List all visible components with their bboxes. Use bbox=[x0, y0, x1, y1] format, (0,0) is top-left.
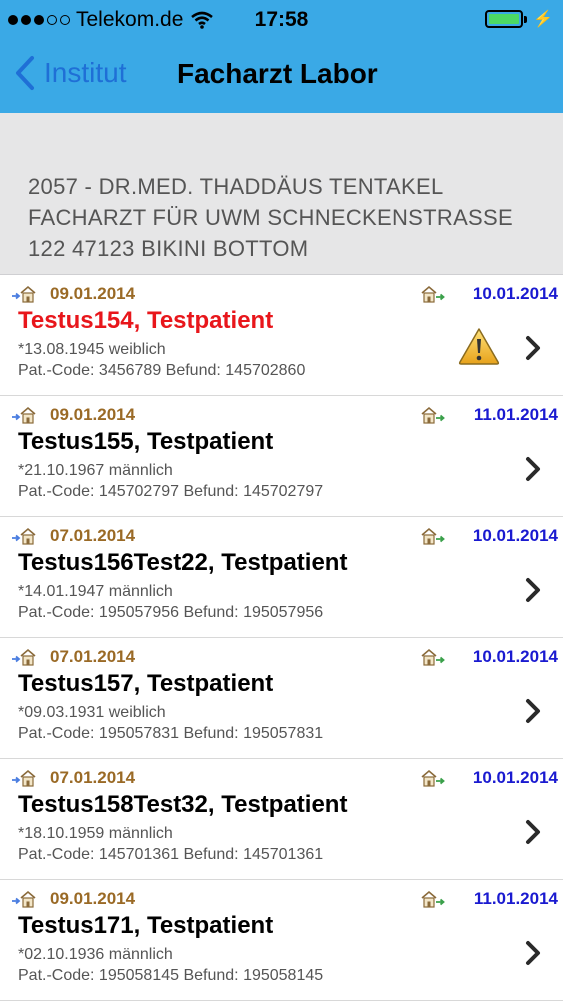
patient-list: 09.01.2014 10.01.2014 Testus154, Testpat… bbox=[0, 275, 563, 1001]
institute-header: 2057 - DR.MED. THADDÄUS TENTAKEL FACHARZ… bbox=[0, 113, 563, 275]
chevron-right-icon bbox=[526, 699, 540, 723]
patient-birth: *14.01.1947 männlich bbox=[18, 583, 173, 600]
patient-row[interactable]: 07.01.2014 10.01.2014 Testus156Test22, T… bbox=[0, 517, 563, 638]
page-title: Facharzt Labor bbox=[177, 58, 378, 89]
received-date: 09.01.2014 bbox=[50, 889, 136, 908]
patient-name: Testus154, Testpatient bbox=[18, 307, 274, 334]
received-date: 07.01.2014 bbox=[50, 526, 136, 545]
report-date: 10.01.2014 bbox=[472, 526, 558, 545]
house-arrow-in-icon bbox=[12, 406, 36, 424]
patient-codes: Pat.-Code: 195058145 Befund: 195058145 bbox=[18, 967, 324, 984]
house-arrow-in-icon bbox=[12, 285, 36, 303]
received-date: 09.01.2014 bbox=[50, 284, 136, 303]
patient-birth: *13.08.1945 weiblich bbox=[18, 341, 166, 358]
chevron-right-icon bbox=[526, 820, 540, 844]
house-arrow-out-icon bbox=[421, 769, 445, 787]
patient-codes: Pat.-Code: 195057956 Befund: 195057956 bbox=[18, 604, 324, 621]
report-date: 10.01.2014 bbox=[472, 284, 558, 303]
back-button[interactable]: Institut bbox=[14, 55, 126, 91]
status-bar: Telekom.de 17:58 ⚡ bbox=[0, 0, 563, 38]
house-arrow-in-icon bbox=[12, 648, 36, 666]
patient-birth: *18.10.1959 männlich bbox=[18, 825, 173, 842]
chevron-right-icon bbox=[526, 941, 540, 965]
patient-name: Testus171, Testpatient bbox=[18, 912, 274, 939]
patient-row[interactable]: 07.01.2014 10.01.2014 Testus158Test32, T… bbox=[0, 759, 563, 880]
patient-codes: Pat.-Code: 3456789 Befund: 145702860 bbox=[18, 362, 306, 379]
back-label: Institut bbox=[44, 57, 127, 88]
patient-row[interactable]: 09.01.2014 11.01.2014 Testus171, Testpat… bbox=[0, 880, 563, 1001]
nav-header: Institut Facharzt Labor bbox=[0, 50, 563, 100]
patient-row[interactable]: 07.01.2014 10.01.2014 Testus157, Testpat… bbox=[0, 638, 563, 759]
patient-name: Testus158Test32, Testpatient bbox=[18, 791, 348, 818]
chevron-right-icon bbox=[526, 336, 540, 360]
patient-birth: *21.10.1967 männlich bbox=[18, 462, 173, 479]
chevron-right-icon bbox=[526, 578, 540, 602]
house-arrow-in-icon bbox=[12, 769, 36, 787]
patient-name: Testus155, Testpatient bbox=[18, 428, 274, 455]
report-date: 11.01.2014 bbox=[473, 405, 558, 424]
house-arrow-out-icon bbox=[421, 285, 445, 303]
received-date: 09.01.2014 bbox=[50, 405, 136, 424]
patient-codes: Pat.-Code: 145701361 Befund: 145701361 bbox=[18, 846, 324, 863]
patient-codes: Pat.-Code: 145702797 Befund: 145702797 bbox=[18, 483, 324, 500]
patient-birth: *09.03.1931 weiblich bbox=[18, 704, 166, 721]
house-arrow-out-icon bbox=[421, 890, 445, 908]
house-arrow-out-icon bbox=[421, 648, 445, 666]
patient-name: Testus156Test22, Testpatient bbox=[18, 549, 348, 576]
report-date: 10.01.2014 bbox=[472, 647, 558, 666]
status-time: 17:58 bbox=[254, 8, 309, 31]
patient-name: Testus157, Testpatient bbox=[18, 670, 274, 697]
navigation-bar: Telekom.de 17:58 ⚡ Institut Facharzt Lab… bbox=[0, 0, 563, 113]
charging-icon: ⚡ bbox=[533, 11, 553, 28]
patient-row[interactable]: 09.01.2014 11.01.2014 Testus155, Testpat… bbox=[0, 396, 563, 517]
patient-birth: *02.10.1936 männlich bbox=[18, 946, 173, 963]
house-arrow-out-icon bbox=[421, 527, 445, 545]
house-arrow-in-icon bbox=[12, 890, 36, 908]
received-date: 07.01.2014 bbox=[50, 768, 136, 787]
report-date: 11.01.2014 bbox=[473, 889, 558, 908]
patient-codes: Pat.-Code: 195057831 Befund: 195057831 bbox=[18, 725, 324, 742]
report-date: 10.01.2014 bbox=[472, 768, 558, 787]
institute-address: 2057 - DR.MED. THADDÄUS TENTAKEL FACHARZ… bbox=[28, 174, 513, 261]
warning-icon bbox=[458, 328, 500, 365]
battery-icon: ⚡ bbox=[485, 9, 553, 29]
patient-row[interactable]: 09.01.2014 10.01.2014 Testus154, Testpat… bbox=[0, 275, 563, 396]
house-arrow-out-icon bbox=[421, 406, 445, 424]
house-arrow-in-icon bbox=[12, 527, 36, 545]
received-date: 07.01.2014 bbox=[50, 647, 136, 666]
chevron-right-icon bbox=[526, 457, 540, 481]
chevron-left-icon bbox=[16, 56, 34, 90]
